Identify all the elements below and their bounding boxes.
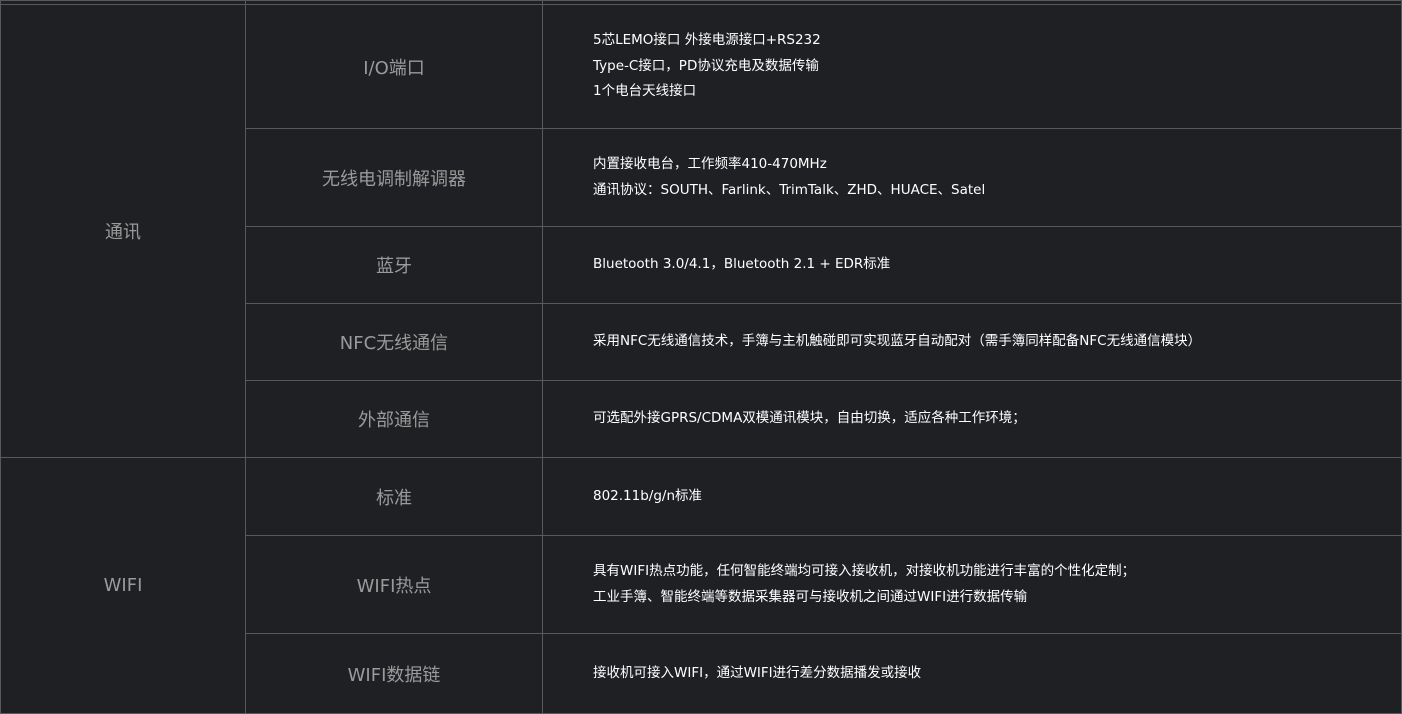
spec-value-io-port: 5芯LEMO接口 外接电源接口+RS232 Type-C接口，PD协议充电及数据…: [542, 4, 1402, 129]
spec-value-wifi-datalink: 接收机可接入WIFI，通过WIFI进行差分数据播发或接收: [542, 633, 1402, 714]
spec-value-external-comm: 可选配外接GPRS/CDMA双模通讯模块，自由切换，适应各种工作环境；: [542, 380, 1402, 458]
spec-value-line: 通讯协议：SOUTH、Farlink、TrimTalk、ZHD、HUACE、Sa…: [593, 181, 986, 198]
spec-name-io-port: I/O端口: [245, 4, 543, 129]
spec-name-bluetooth: 蓝牙: [245, 226, 543, 304]
spec-value-line: 接收机可接入WIFI，通过WIFI进行差分数据播发或接收: [593, 664, 922, 681]
category-communication: 通讯: [0, 4, 246, 458]
spec-value-wifi-standard: 802.11b/g/n标准: [542, 457, 1402, 536]
spec-value-line: 采用NFC无线通信技术，手簿与主机触碰即可实现蓝牙自动配对（需手簿同样配备NFC…: [593, 333, 1202, 350]
spec-value-line: 工业手簿、智能终端等数据采集器可与接收机之间通过WIFI进行数据传输: [593, 588, 1028, 605]
spec-table: 通讯 I/O端口 5芯LEMO接口 外接电源接口+RS232 Type-C接口，…: [0, 0, 1402, 714]
spec-name-radio-modem: 无线电调制解调器: [245, 128, 543, 227]
spec-name-external-comm: 外部通信: [245, 380, 543, 458]
spec-name-nfc: NFC无线通信: [245, 303, 543, 381]
spec-value-nfc: 采用NFC无线通信技术，手簿与主机触碰即可实现蓝牙自动配对（需手簿同样配备NFC…: [542, 303, 1402, 381]
spec-value-wifi-hotspot: 具有WIFI热点功能，任何智能终端均可接入接收机，对接收机功能进行丰富的个性化定…: [542, 535, 1402, 634]
spec-name-wifi-hotspot: WIFI热点: [245, 535, 543, 634]
spec-value-line: Type-C接口，PD协议充电及数据传输: [593, 57, 819, 74]
spec-value-line: 5芯LEMO接口 外接电源接口+RS232: [593, 32, 821, 49]
spec-value-line: 1个电台天线接口: [593, 83, 697, 100]
spec-value-bluetooth: Bluetooth 3.0/4.1，Bluetooth 2.1 + EDR标准: [542, 226, 1402, 304]
spec-value-line: 可选配外接GPRS/CDMA双模通讯模块，自由切换，适应各种工作环境；: [593, 410, 1026, 427]
category-wifi: WIFI: [0, 457, 246, 714]
spec-row-io-port: 通讯 I/O端口 5芯LEMO接口 外接电源接口+RS232 Type-C接口，…: [0, 4, 1402, 458]
spec-value-line: 具有WIFI热点功能，任何智能终端均可接入接收机，对接收机功能进行丰富的个性化定…: [593, 563, 1136, 579]
spec-row-wifi-standard: WIFI 标准 802.11b/g/n标准: [0, 457, 1402, 714]
spec-value-line: 内置接收电台，工作频率410-470MHz: [593, 156, 827, 172]
spec-name-wifi-datalink: WIFI数据链: [245, 633, 543, 714]
spec-value-line: 802.11b/g/n标准: [593, 487, 703, 504]
spec-value-line: Bluetooth 3.0/4.1，Bluetooth 2.1 + EDR标准: [593, 256, 891, 273]
spec-value-radio-modem: 内置接收电台，工作频率410-470MHz 通讯协议：SOUTH、Farlink…: [542, 128, 1402, 227]
spec-name-wifi-standard: 标准: [245, 457, 543, 536]
